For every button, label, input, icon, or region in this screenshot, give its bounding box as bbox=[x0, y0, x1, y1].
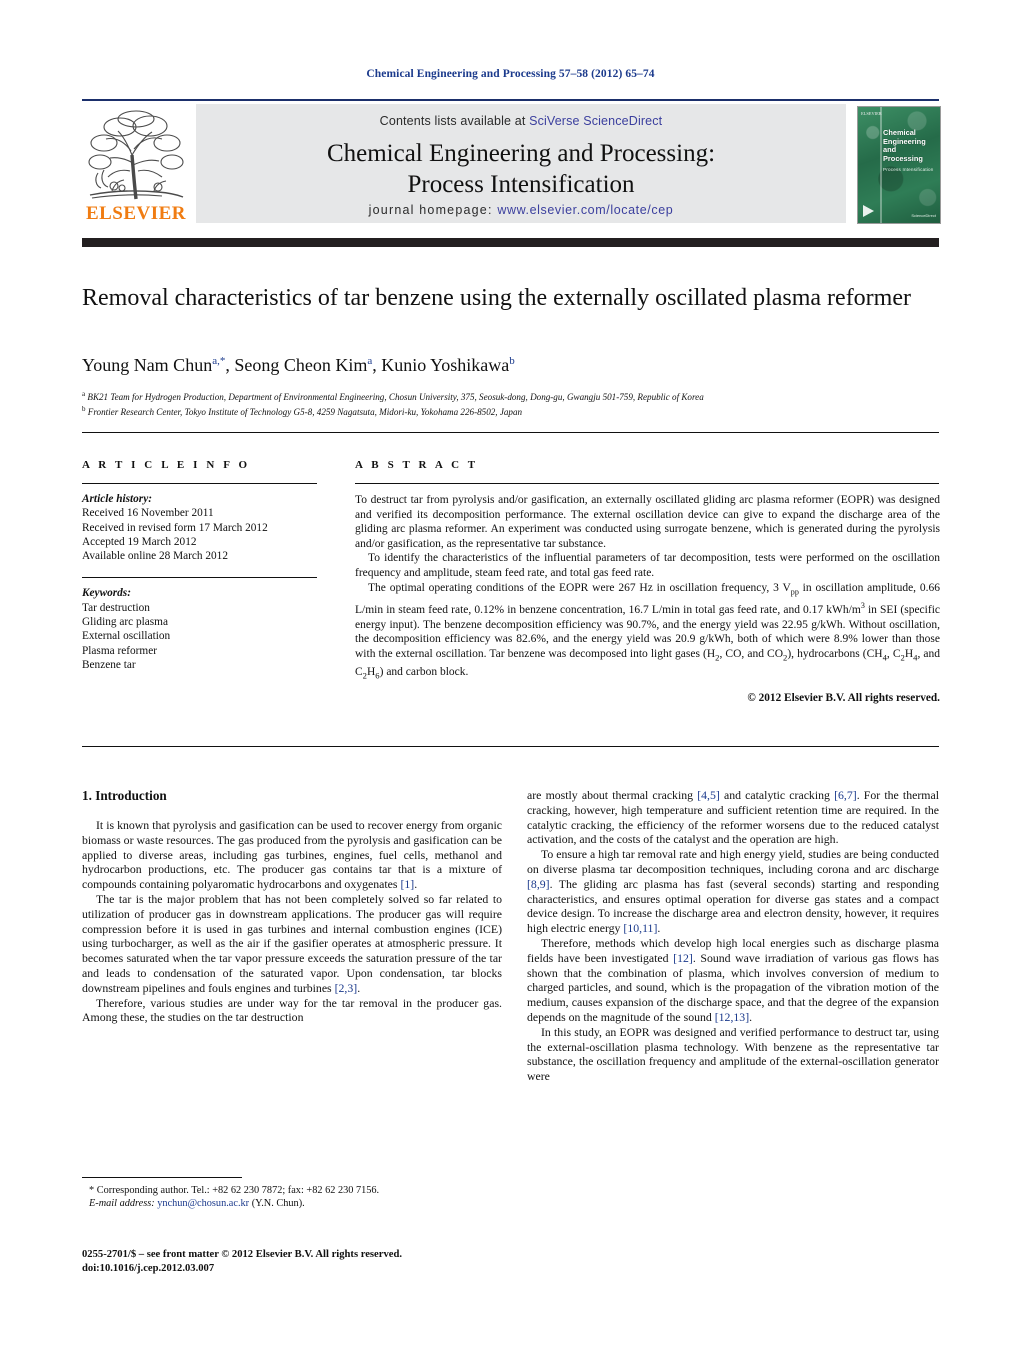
email-note: E-mail address: ynchun@chosun.ac.kr (Y.N… bbox=[82, 1197, 502, 1210]
citation-link[interactable]: [2,3] bbox=[335, 981, 358, 995]
author-list: Young Nam Chuna,*, Seong Cheon Kima, Kun… bbox=[82, 355, 515, 375]
abstract-divider bbox=[355, 483, 939, 484]
journal-homepage-line: journal homepage: www.elsevier.com/locat… bbox=[196, 203, 846, 217]
article-info-block: A R T I C L E I N F O Article history: R… bbox=[82, 459, 322, 672]
front-matter-line: 0255-2701/$ – see front matter © 2012 El… bbox=[82, 1249, 402, 1260]
cover-spine-bar bbox=[880, 107, 882, 223]
citation-link[interactable]: [8,9] bbox=[527, 877, 550, 891]
article-info-divider bbox=[82, 483, 317, 484]
body-paragraph: are mostly about thermal cracking [4,5] … bbox=[527, 788, 939, 847]
body-paragraph: It is known that pyrolysis and gasificat… bbox=[82, 818, 502, 892]
keyword-item: External oscillation bbox=[82, 630, 171, 643]
cover-triangle-icon bbox=[863, 205, 874, 217]
doi-line: doi:10.1016/j.cep.2012.03.007 bbox=[82, 1263, 215, 1274]
corresponding-author-note: * Corresponding author. Tel.: +82 62 230… bbox=[89, 1185, 380, 1196]
citation-link[interactable]: [6,7] bbox=[834, 788, 857, 802]
affiliation-a-text: BK21 Team for Hydrogen Production, Depar… bbox=[87, 392, 704, 403]
citation-link[interactable]: [4,5] bbox=[697, 788, 720, 802]
body-paragraph: In this study, an EOPR was designed and … bbox=[527, 1024, 939, 1084]
abstract-copyright: © 2012 Elsevier B.V. All rights reserved… bbox=[747, 691, 940, 704]
abstract-top-rule bbox=[82, 432, 939, 434]
affiliations: a BK21 Team for Hydrogen Production, Dep… bbox=[82, 388, 962, 419]
journal-title: Chemical Engineering and Processing: Pro… bbox=[196, 138, 846, 200]
article-info-heading: A R T I C L E I N F O bbox=[82, 459, 251, 471]
abstract-text: To destruct tar from pyrolysis and/or ga… bbox=[355, 493, 940, 705]
keyword-item: Plasma reformer bbox=[82, 644, 157, 657]
citation-link[interactable]: [10,11] bbox=[623, 921, 657, 935]
body-paragraph: The tar is the major problem that has no… bbox=[82, 891, 502, 995]
affiliation-a: a BK21 Team for Hydrogen Production, Dep… bbox=[82, 390, 704, 403]
page-title: Removal characteristics of tar benzene u… bbox=[82, 285, 911, 311]
keyword-item: Gliding arc plasma bbox=[82, 616, 168, 629]
article-history-label: Article history: bbox=[82, 493, 152, 505]
keywords-divider bbox=[82, 577, 317, 579]
abstract-bottom-rule bbox=[82, 746, 939, 748]
keywords-label: Keywords: bbox=[82, 587, 131, 600]
sciencedirect-link[interactable]: SciVerse ScienceDirect bbox=[529, 114, 662, 128]
body-paragraph: Therefore, various studies are under way… bbox=[82, 995, 502, 1025]
journal-article-page: Chemical Engineering and Processing 57–5… bbox=[0, 0, 1021, 1351]
abstract-paragraph: To destruct tar from pyrolysis and/or ga… bbox=[355, 494, 940, 550]
cover-title-text: Chemical Engineering and Processing bbox=[883, 128, 926, 163]
keyword-item: Benzene tar bbox=[82, 658, 136, 671]
history-item: Accepted 19 March 2012 bbox=[82, 535, 197, 548]
footnote-rule bbox=[82, 1177, 242, 1178]
email-suffix: (Y.N. Chun). bbox=[251, 1198, 305, 1209]
abstract-paragraph: The optimal operating conditions of the … bbox=[355, 581, 941, 681]
citation-link[interactable]: [12] bbox=[673, 951, 693, 965]
header-top-rule bbox=[82, 99, 939, 101]
journal-cover-thumbnail: ELSEVIER Chemical Engineering and Proces… bbox=[857, 106, 941, 224]
cover-brand-label: ELSEVIER bbox=[861, 111, 882, 116]
contents-prefix-text: Contents lists available at bbox=[379, 114, 530, 128]
body-column-right: are mostly about thermal cracking [4,5] … bbox=[527, 788, 939, 1084]
article-history: Article history: Received 16 November 20… bbox=[82, 492, 322, 563]
elsevier-wordmark: ELSEVIER bbox=[85, 203, 187, 224]
history-item: Received 16 November 2011 bbox=[82, 507, 214, 520]
body-paragraph: Therefore, methods which develop high lo… bbox=[527, 935, 939, 1024]
journal-title-line2: Process Intensification bbox=[407, 171, 635, 198]
affiliation-b-text: Frontier Research Center, Tokyo Institut… bbox=[87, 407, 523, 418]
abstract-heading: A B S T R A C T bbox=[355, 459, 479, 471]
journal-homepage-link[interactable]: www.elsevier.com/locate/cep bbox=[497, 203, 673, 217]
affiliation-b: b Frontier Research Center, Tokyo Instit… bbox=[82, 405, 523, 418]
abstract-paragraph: To identify the characteristics of the i… bbox=[355, 552, 940, 579]
cover-footer-text: ScienceDirect bbox=[911, 213, 936, 218]
history-item: Received in revised form 17 March 2012 bbox=[82, 521, 268, 534]
abstract-block: A B S T R A C T To destruct tar from pyr… bbox=[355, 459, 940, 705]
history-item: Available online 28 March 2012 bbox=[82, 550, 228, 563]
contents-available-line: Contents lists available at SciVerse Sci… bbox=[196, 114, 846, 128]
header-black-band bbox=[82, 238, 939, 247]
section-heading-introduction: 1. Introduction bbox=[82, 788, 167, 803]
journal-title-line1: Chemical Engineering and Processing: bbox=[326, 140, 716, 167]
email-link[interactable]: ynchun@chosun.ac.kr bbox=[157, 1198, 249, 1209]
running-head: Chemical Engineering and Processing 57–5… bbox=[366, 68, 655, 80]
imprint-block: 0255-2701/$ – see front matter © 2012 El… bbox=[82, 1248, 542, 1276]
body-paragraph: To ensure a high tar removal rate and hi… bbox=[527, 847, 939, 936]
citation-link[interactable]: [1] bbox=[400, 877, 414, 891]
keyword-item: Tar destruction bbox=[82, 601, 150, 614]
body-column-left: 1. Introduction It is known that pyrolys… bbox=[82, 788, 502, 1025]
footnote-block: * Corresponding author. Tel.: +82 62 230… bbox=[82, 1184, 502, 1210]
citation-link[interactable]: [12,13] bbox=[715, 1010, 749, 1024]
email-label: E-mail address: bbox=[89, 1198, 155, 1209]
homepage-prefix-text: journal homepage: bbox=[368, 203, 493, 217]
cover-subtitle-text: Process Intensification bbox=[883, 167, 934, 172]
keywords-block: Keywords: Tar destruction Gliding arc pl… bbox=[82, 586, 322, 672]
